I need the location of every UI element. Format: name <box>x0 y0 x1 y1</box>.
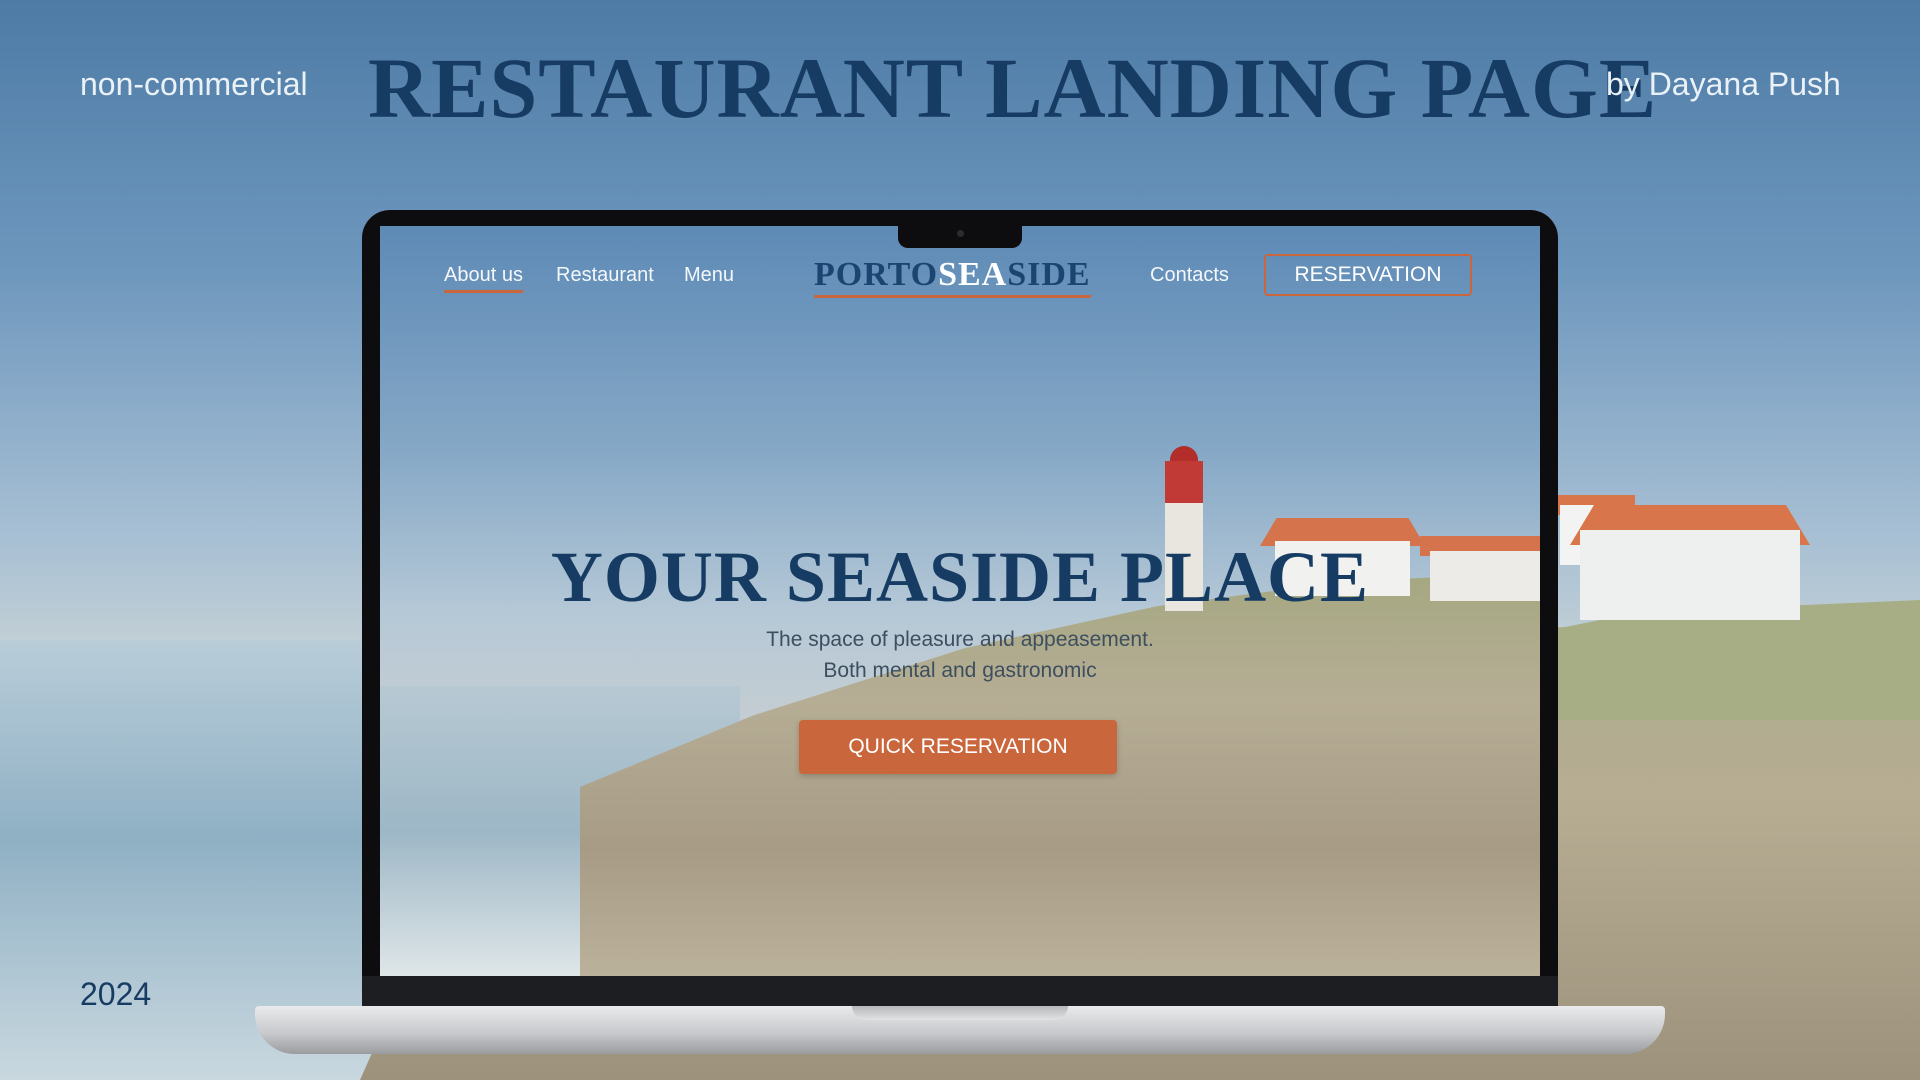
site-logo[interactable]: PORTOSEASIDE <box>814 256 1091 298</box>
hero-subtitle-line2: Both mental and gastronomic <box>823 659 1097 682</box>
laptop-hinge <box>362 976 1558 1006</box>
laptop-opening-groove <box>852 1006 1068 1020</box>
logo-text-sea: SEA <box>938 256 1008 293</box>
hero-subtitle-line1: The space of pleasure and appeasement. <box>766 628 1154 651</box>
year-label: 2024 <box>80 976 152 1012</box>
laptop-screen: About us Restaurant Menu PORTOSEASIDE Co… <box>380 226 1540 976</box>
quick-reservation-button[interactable]: QUICK RESERVATION <box>799 720 1117 774</box>
camera-icon <box>957 230 964 237</box>
nav-restaurant[interactable]: Restaurant <box>556 264 654 287</box>
nav-contacts[interactable]: Contacts <box>1150 264 1229 287</box>
logo-text-side: SIDE <box>1007 256 1091 293</box>
nav-menu[interactable]: Menu <box>684 264 734 287</box>
non-commercial-label: non-commercial <box>80 66 308 102</box>
hero-title: YOUR SEASIDE PLACE <box>550 537 1370 617</box>
nav-about-us[interactable]: About us <box>444 264 523 293</box>
author-label: by Dayana Push <box>1606 66 1841 102</box>
logo-text-porto: PORTO <box>814 256 939 293</box>
reservation-button[interactable]: RESERVATION <box>1264 254 1472 296</box>
slide-title: RESTAURANT LANDING PAGE <box>368 40 1658 136</box>
background-house <box>1580 530 1800 620</box>
